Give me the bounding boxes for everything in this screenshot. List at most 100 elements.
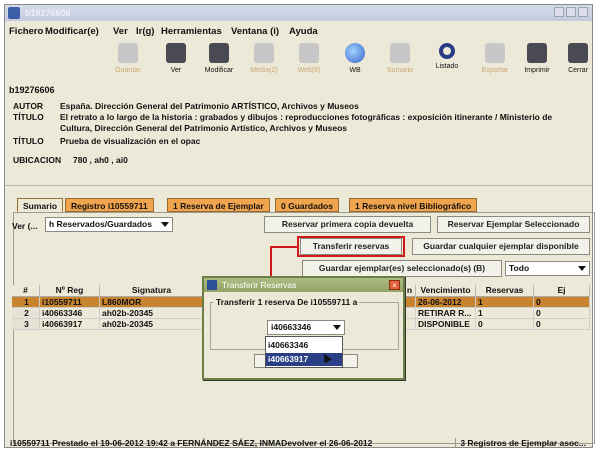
toolbar-cerrar-button[interactable]: Cerrar bbox=[558, 43, 597, 74]
menu-herramientas[interactable]: Herramientas bbox=[161, 26, 222, 37]
chevron-down-icon bbox=[333, 325, 341, 330]
print-icon bbox=[527, 43, 547, 63]
toolbar-ver-button[interactable]: Ver bbox=[156, 43, 196, 74]
menu-ver[interactable]: Ver bbox=[113, 26, 128, 37]
toolbar-web-button[interactable]: Web(9) bbox=[289, 43, 329, 74]
transfer-legend: Transferir 1 reserva De i10559711 a bbox=[214, 297, 360, 307]
status-count: 3 Registros de Ejemplar asoc... bbox=[455, 438, 586, 448]
toolbar-media-button[interactable]: Media(2) bbox=[244, 43, 284, 74]
save-icon bbox=[118, 43, 138, 63]
cell-reservas: 1 bbox=[476, 297, 534, 308]
field-key: TÍTULO bbox=[13, 136, 44, 146]
cell-vencimiento: DISPONIBLE bbox=[416, 319, 476, 330]
edit-icon bbox=[209, 43, 229, 63]
record-id: b19276606 bbox=[9, 85, 55, 95]
col-num[interactable]: # bbox=[12, 285, 40, 297]
col-vencimiento[interactable]: Vencimiento bbox=[416, 285, 476, 297]
ver-select[interactable]: h Reservados/Guardados bbox=[45, 217, 173, 232]
tab-reserva-ejemplar[interactable]: 1 Reserva de Ejemplar bbox=[167, 198, 270, 212]
reservar-ejemplar-button[interactable]: Reservar Ejemplar Seleccionado bbox=[437, 216, 590, 233]
field-value: España. Dirección General del Patrimonio… bbox=[60, 101, 359, 111]
dialog-title: Transferir Reservas bbox=[204, 278, 403, 292]
cell-hidden bbox=[404, 297, 416, 308]
summary-icon bbox=[390, 43, 410, 63]
cell-hidden bbox=[404, 308, 416, 319]
toolbar: Guardar Ver Modificar Media(2) Web(9) WB… bbox=[5, 41, 592, 85]
status-text: i10559711 Prestado el 19-06-2012 19:42 a… bbox=[10, 438, 373, 448]
cell-reservas: 1 bbox=[476, 308, 534, 319]
menu-ir[interactable]: Ir(g) bbox=[136, 26, 154, 37]
close-window-icon[interactable] bbox=[578, 7, 588, 17]
menu-fichero[interactable]: Fichero bbox=[9, 26, 43, 37]
ver-label: Ver (... bbox=[12, 221, 38, 231]
tab-registro[interactable]: Registro i10559711 bbox=[65, 198, 154, 212]
cell-hidden bbox=[404, 319, 416, 330]
col-reservas[interactable]: Reservas bbox=[476, 285, 534, 297]
title-bar: b19276606 bbox=[5, 5, 592, 21]
field-key: TÍTULO bbox=[13, 112, 44, 122]
field-value: 780 , ah0 , ai0 bbox=[73, 155, 128, 165]
row-number: 1 bbox=[12, 297, 40, 308]
window-title: b19276606 bbox=[25, 8, 71, 18]
minimize-icon[interactable] bbox=[554, 7, 564, 17]
toolbar-wb-button[interactable]: WB bbox=[335, 43, 375, 74]
toolbar-listado-button[interactable]: Listado bbox=[427, 43, 467, 70]
highlight-connector-vertical bbox=[270, 246, 272, 278]
guardar-cualquier-button[interactable]: Guardar cualquier ejemplar disponible bbox=[412, 238, 590, 255]
status-bar: i10559711 Prestado el 19-06-2012 19:42 a… bbox=[8, 436, 590, 449]
field-key: AUTOR bbox=[13, 101, 44, 111]
toolbar-imprimir-button[interactable]: Imprimir bbox=[517, 43, 557, 74]
close-icon[interactable]: × bbox=[389, 280, 400, 290]
target-dropdown-list: i40663346 i40663917 bbox=[265, 336, 343, 368]
chevron-down-icon bbox=[578, 266, 586, 271]
media-icon bbox=[254, 43, 274, 63]
web-icon bbox=[299, 43, 319, 63]
cell-reg: i10559711 bbox=[40, 297, 100, 308]
tab-sumario[interactable]: Sumario bbox=[17, 198, 64, 212]
app-icon bbox=[8, 7, 20, 19]
cell-guardados: 0 bbox=[534, 308, 590, 319]
cell-vencimiento: 26-06-2012 bbox=[416, 297, 476, 308]
field-key: UBICACION bbox=[13, 155, 62, 165]
highlight-connector bbox=[270, 246, 298, 248]
close-icon bbox=[568, 43, 588, 63]
cell-reg: i40663917 bbox=[40, 319, 100, 330]
cell-vencimiento: RETIRAR R... bbox=[416, 308, 476, 319]
chevron-down-icon bbox=[161, 222, 169, 227]
transferir-reservas-button[interactable]: Transferir reservas bbox=[300, 238, 402, 255]
app-icon bbox=[207, 280, 217, 290]
dropdown-option[interactable]: i40663346 bbox=[266, 339, 342, 352]
col-signatura[interactable]: Signatura bbox=[100, 285, 204, 297]
menu-ayuda[interactable]: Ayuda bbox=[289, 26, 318, 37]
row-number: 3 bbox=[12, 319, 40, 330]
maximize-icon[interactable] bbox=[566, 7, 576, 17]
field-value: Prueba de visualización en el opac bbox=[60, 136, 201, 146]
col-hidden[interactable]: n bbox=[404, 285, 416, 297]
cell-reg: i40663346 bbox=[40, 308, 100, 319]
reservar-primera-button[interactable]: Reservar primera copia devuelta bbox=[264, 216, 431, 233]
tab-guardados[interactable]: 0 Guardados bbox=[275, 198, 339, 212]
toolbar-sumario-button[interactable]: Sumario bbox=[380, 43, 420, 74]
globe-icon bbox=[345, 43, 365, 63]
cell-guardados: 0 bbox=[534, 297, 590, 308]
toolbar-exportar-button[interactable]: Exportar bbox=[475, 43, 515, 74]
target-select[interactable]: i40663346 bbox=[267, 320, 345, 335]
cell-reservas: 0 bbox=[476, 319, 534, 330]
field-value: El retrato a lo largo de la historia : g… bbox=[60, 112, 553, 133]
menu-ventana[interactable]: Ventana (i) bbox=[231, 26, 279, 37]
menu-modificar[interactable]: Modificar(e) bbox=[45, 26, 99, 37]
col-reg[interactable]: Nº Reg bbox=[40, 285, 100, 297]
tab-reserva-bibliografico[interactable]: 1 Reserva nivel Bibliográfico bbox=[349, 198, 478, 212]
row-number: 2 bbox=[12, 308, 40, 319]
search-icon bbox=[439, 43, 455, 59]
cell-guardados: 0 bbox=[534, 319, 590, 330]
toolbar-guardar-button[interactable]: Guardar bbox=[108, 43, 148, 74]
guardar-seleccionados-button[interactable]: Guardar ejemplar(es) seleccionado(s) (B) bbox=[302, 260, 502, 277]
toolbar-modificar-button[interactable]: Modificar bbox=[199, 43, 239, 74]
col-guardados[interactable]: Ej Guardados bbox=[534, 285, 590, 305]
export-icon bbox=[485, 43, 505, 63]
view-icon bbox=[166, 43, 186, 63]
filter-select[interactable]: Todo bbox=[505, 261, 590, 276]
menu-bar: Fichero Modificar(e) Ver Ir(g) Herramien… bbox=[5, 23, 592, 39]
divider bbox=[5, 185, 592, 188]
